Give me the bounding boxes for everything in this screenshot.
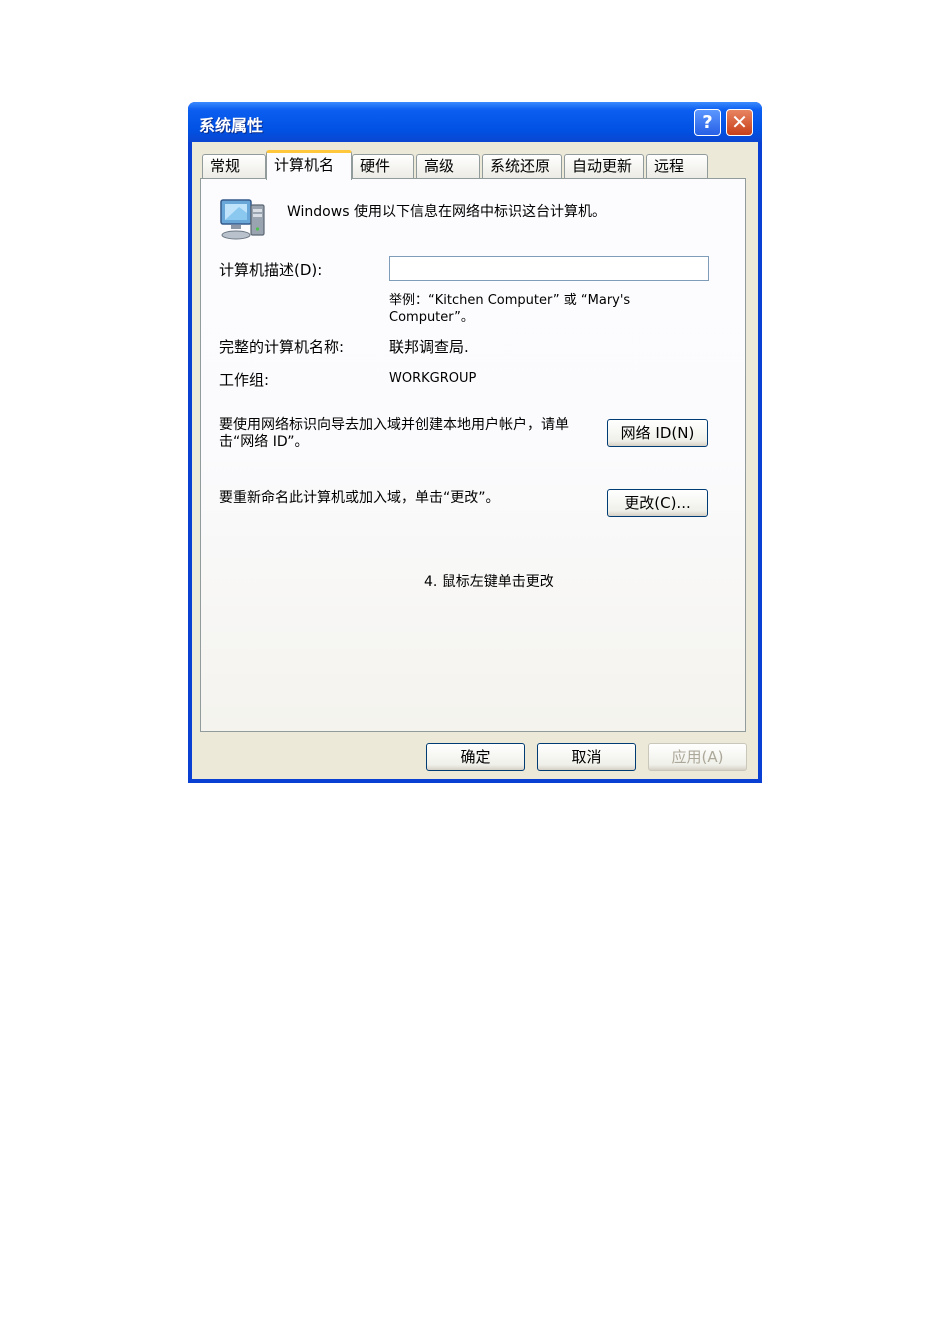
full-computer-name-value: 联邦调查局. xyxy=(389,338,469,356)
description-example: 举例：“Kitchen Computer” 或 “Mary's Computer… xyxy=(389,293,631,325)
workgroup-label: 工作组: xyxy=(219,371,270,389)
tab-label: 高级 xyxy=(424,157,455,175)
cancel-button[interactable]: 取消 xyxy=(537,743,636,771)
tab-automatic-updates[interactable]: 自动更新 xyxy=(564,154,644,178)
close-icon: ✕ xyxy=(731,110,748,134)
tab-label: 硬件 xyxy=(360,157,391,175)
computer-description-input[interactable] xyxy=(389,256,709,281)
tab-label: 常规 xyxy=(210,157,241,175)
workgroup-value: WORKGROUP xyxy=(389,371,477,386)
tab-computer-name[interactable]: 计算机名 xyxy=(266,150,352,180)
ok-button[interactable]: 确定 xyxy=(426,743,525,771)
computer-name-panel: Windows 使用以下信息在网络中标识这台计算机。 计算机描述(D): 举例：… xyxy=(200,178,746,732)
tab-label: 自动更新 xyxy=(572,157,633,175)
tab-advanced[interactable]: 高级 xyxy=(416,154,480,178)
computer-description-label: 计算机描述(D): xyxy=(219,261,323,279)
dialog-client-area: 常规 计算机名 硬件 高级 系统还原 自动更新 远程 Windows 使用以下信… xyxy=(192,142,758,779)
full-computer-name-label: 完整的计算机名称: xyxy=(219,338,345,356)
tab-general[interactable]: 常规 xyxy=(202,154,266,178)
close-button[interactable]: ✕ xyxy=(726,109,753,136)
network-id-instructions: 要使用网络标识向导去加入域并创建本地用户帐户，请单击“网络 ID”。 xyxy=(219,417,569,450)
title-bar[interactable]: 系统属性 ? ✕ xyxy=(188,102,762,142)
rename-instructions: 要重新命名此计算机或加入域，单击“更改”。 xyxy=(219,490,500,506)
apply-button[interactable]: 应用(A) xyxy=(648,743,747,771)
system-properties-window: 系统属性 ? ✕ 常规 计算机名 硬件 高级 系统还原 自动更新 远程 Wind… xyxy=(188,102,762,783)
help-button[interactable]: ? xyxy=(694,109,721,136)
step-caption: 4. 鼠标左键单击更改 xyxy=(424,574,554,590)
window-title: 系统属性 xyxy=(199,116,264,135)
tab-label: 远程 xyxy=(654,157,685,175)
tab-label: 系统还原 xyxy=(490,157,551,175)
change-button[interactable]: 更改(C)... xyxy=(607,489,708,517)
help-icon: ? xyxy=(702,112,713,133)
tab-hardware[interactable]: 硬件 xyxy=(352,154,414,178)
tab-label: 计算机名 xyxy=(274,156,335,174)
tab-remote[interactable]: 远程 xyxy=(646,154,708,178)
network-id-button[interactable]: 网络 ID(N) xyxy=(607,419,708,447)
computer-icon xyxy=(220,199,265,240)
intro-text: Windows 使用以下信息在网络中标识这台计算机。 xyxy=(287,204,606,220)
tab-system-restore[interactable]: 系统还原 xyxy=(482,154,562,178)
